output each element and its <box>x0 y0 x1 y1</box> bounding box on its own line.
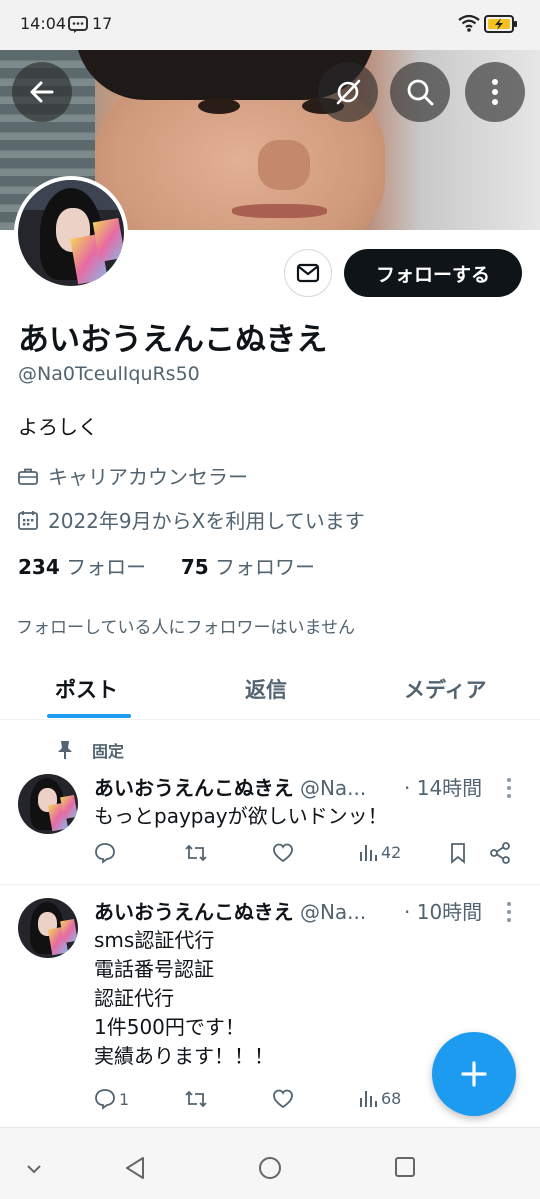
mail-icon <box>296 263 320 283</box>
profile-job: キャリアカウンセラー <box>18 461 248 490</box>
views-chart-icon <box>360 845 377 861</box>
user-handle: @Na0TceulIquRs50 <box>18 363 200 385</box>
nav-home-icon[interactable] <box>258 1156 282 1180</box>
pinned-label: 固定 <box>92 742 125 761</box>
post-avatar[interactable] <box>18 898 78 958</box>
share-button[interactable] <box>489 842 511 864</box>
repost-button[interactable] <box>184 1088 208 1110</box>
repost-icon <box>185 1090 207 1108</box>
views-button[interactable]: 42 <box>358 842 401 862</box>
post-divider <box>0 884 540 885</box>
search-icon <box>407 79 434 106</box>
profile-joined: 2022年9月からXを利用しています <box>18 505 365 534</box>
post-timestamp: · 14時間 <box>404 776 483 800</box>
grok-icon <box>336 79 361 105</box>
post-more-icon[interactable] <box>504 776 514 800</box>
post-text: sms認証代行 電話番号認証 認証代行 1件500円です！ 実績あります！！！ <box>94 928 274 1068</box>
pinned-indicator: 固定 <box>56 738 124 762</box>
reply-button[interactable] <box>94 842 116 864</box>
more-vertical-icon <box>492 79 498 105</box>
followers-label: フォロワー <box>215 555 316 579</box>
reply-button[interactable]: 1 <box>94 1088 129 1110</box>
post-header: あいおうえんこぬきえ @Na... <box>94 772 366 801</box>
nav-collapse-icon[interactable] <box>26 1164 42 1174</box>
briefcase-icon <box>18 468 38 485</box>
post-timestamp: · 10時間 <box>404 900 483 924</box>
tab-replies[interactable]: 返信 <box>245 674 287 704</box>
following-count: 234 <box>18 555 60 579</box>
post-text: もっとpaypayが欲しいドンッ！ <box>94 804 388 828</box>
mutual-followers-note: フォローしている人にフォロワーはいません <box>16 618 355 638</box>
following-label: フォロー <box>66 555 147 579</box>
repost-icon <box>185 844 207 862</box>
reply-icon <box>95 1089 115 1110</box>
views-button[interactable]: 68 <box>358 1088 401 1108</box>
nav-back-icon[interactable] <box>124 1156 146 1180</box>
back-arrow-icon <box>30 81 54 103</box>
nav-recents-icon[interactable] <box>394 1156 416 1178</box>
heart-icon <box>273 843 293 863</box>
post-actions: 42 <box>0 842 540 872</box>
search-button[interactable] <box>390 62 450 122</box>
message-notification-icon <box>68 16 88 33</box>
compose-post-button[interactable] <box>432 1032 516 1116</box>
post-author-name[interactable]: あいおうえんこぬきえ <box>94 900 294 924</box>
tab-media[interactable]: メディア <box>404 674 487 704</box>
job-label: キャリアカウンセラー <box>48 465 248 489</box>
post-more-icon[interactable] <box>504 900 514 924</box>
status-bar: 14:04 17 <box>0 0 540 50</box>
followers-link[interactable]: 75 フォロワー <box>181 555 315 579</box>
system-navigation-bar <box>0 1127 540 1199</box>
like-button[interactable] <box>272 1088 294 1110</box>
plus-icon <box>461 1061 487 1087</box>
post-header: あいおうえんこぬきえ @Na... <box>94 896 366 925</box>
grok-button[interactable] <box>318 62 378 122</box>
calendar-icon <box>18 510 38 530</box>
post-avatar[interactable] <box>18 774 78 834</box>
notification-count: 17 <box>92 14 113 33</box>
followers-count: 75 <box>180 555 209 579</box>
more-options-button[interactable] <box>465 62 525 122</box>
wifi-icon <box>458 14 480 32</box>
like-button[interactable] <box>272 842 294 864</box>
views-chart-icon <box>360 1091 377 1107</box>
follow-button[interactable]: フォローする <box>344 249 522 297</box>
status-time: 14:04 <box>20 14 67 33</box>
heart-icon <box>273 1089 293 1109</box>
following-link[interactable]: 234 フォロー <box>18 555 146 579</box>
bookmark-icon <box>451 843 465 864</box>
back-button[interactable] <box>12 62 72 122</box>
profile-bio: よろしく <box>18 415 98 439</box>
follow-stats: 234 フォロー 75 フォロワー <box>18 551 315 580</box>
profile-avatar[interactable] <box>14 176 128 290</box>
message-button[interactable] <box>284 249 332 297</box>
views-count: 68 <box>381 1088 402 1108</box>
tab-posts[interactable]: ポスト <box>55 674 118 704</box>
profile-tabs: ポスト 返信 メディア <box>0 658 540 720</box>
post-author-handle[interactable]: @Na... <box>300 900 366 924</box>
display-name: あいおうえんこぬきえ <box>18 322 328 358</box>
reply-icon <box>95 843 115 864</box>
share-icon <box>490 842 510 864</box>
repost-button[interactable] <box>184 842 208 864</box>
reply-count: 1 <box>119 1089 130 1109</box>
joined-label: 2022年9月からXを利用しています <box>48 509 365 533</box>
active-tab-indicator <box>47 714 131 718</box>
bookmark-button[interactable] <box>448 842 468 864</box>
post-author-name[interactable]: あいおうえんこぬきえ <box>94 776 294 800</box>
views-count: 42 <box>381 842 402 862</box>
pin-icon <box>58 741 72 759</box>
battery-charging-icon <box>484 15 517 33</box>
post-author-handle[interactable]: @Na... <box>300 776 366 800</box>
